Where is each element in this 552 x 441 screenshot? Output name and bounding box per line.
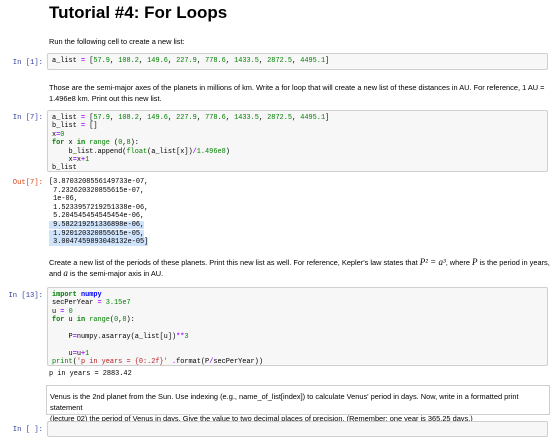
markdown-cell-3: Create a new list of the periods of thes…: [49, 257, 550, 279]
markdown-cell-2: Those are the semi-major axes of the pla…: [49, 82, 544, 104]
code-cell-4-input[interactable]: [47, 421, 548, 437]
cell-4-prompt: In [ ]:: [12, 426, 43, 434]
kepler-equation: P² = a³: [419, 257, 446, 267]
markdown-text: Venus is the 2nd planet from the Sun. Us…: [50, 391, 549, 424]
markdown-cell-4[interactable]: Venus is the 2nd planet from the Sun. Us…: [46, 385, 550, 423]
cell-2-output: [3.8703208556149733e-07, 7.2326203208556…: [49, 178, 149, 247]
code-cell-3[interactable]: import numpy secPerYear = 3.15e7 u = 0 f…: [47, 287, 548, 366]
output-line: 7.232620320855615e-07,: [49, 186, 145, 195]
markdown-line: Venus is the 2nd planet from the Sun. Us…: [50, 392, 519, 412]
notebook-title: Tutorial #4: For Loops: [49, 3, 228, 22]
cell-2-prompt: In [7]:: [12, 114, 43, 122]
code-block: import numpy secPerYear = 3.15e7 u = 0 f…: [52, 291, 263, 367]
cell-3-output: p in years = 2883.42: [49, 370, 132, 378]
cell-3-prompt: In [13]:: [8, 292, 43, 300]
output-line: 5.204545454545454e-06,: [49, 212, 145, 221]
output-line: [3.8703208556149733e-07,: [49, 178, 149, 186]
cell-1-prompt: In [1]:: [12, 59, 43, 67]
markdown-line: 1.496e8 km. Print out this new list.: [49, 94, 162, 103]
code-cell-2[interactable]: a_list = [57.9, 108.2, 149.6, 227.9, 778…: [47, 110, 548, 172]
code-cell-1[interactable]: a_list = [57.9, 108.2, 149.6, 227.9, 778…: [47, 53, 548, 70]
output-line: 1.920120320855615e-05,: [49, 229, 145, 238]
output-line: 3.0047459893048132e-05]: [49, 238, 149, 247]
output-line: 1.5233957219251338e-06,: [49, 203, 149, 212]
markdown-cell-1: Run the following cell to create a new l…: [49, 37, 185, 46]
markdown-line: and a is the semi-major axis in AU.: [49, 268, 164, 278]
cell-2-output-prompt: Out[7]:: [12, 179, 43, 187]
code-block: a_list = [57.9, 108.2, 149.6, 227.9, 778…: [52, 114, 330, 173]
output-line: 1e-06,: [49, 195, 78, 204]
markdown-line: Those are the semi-major axes of the pla…: [49, 83, 545, 92]
output-line: 9.582219251336898e-06,: [49, 220, 145, 229]
code-line: a_list = [57.9, 108.2, 149.6, 227.9, 778…: [52, 57, 330, 65]
markdown-line: Create a new list of the periods of thes…: [49, 257, 550, 267]
